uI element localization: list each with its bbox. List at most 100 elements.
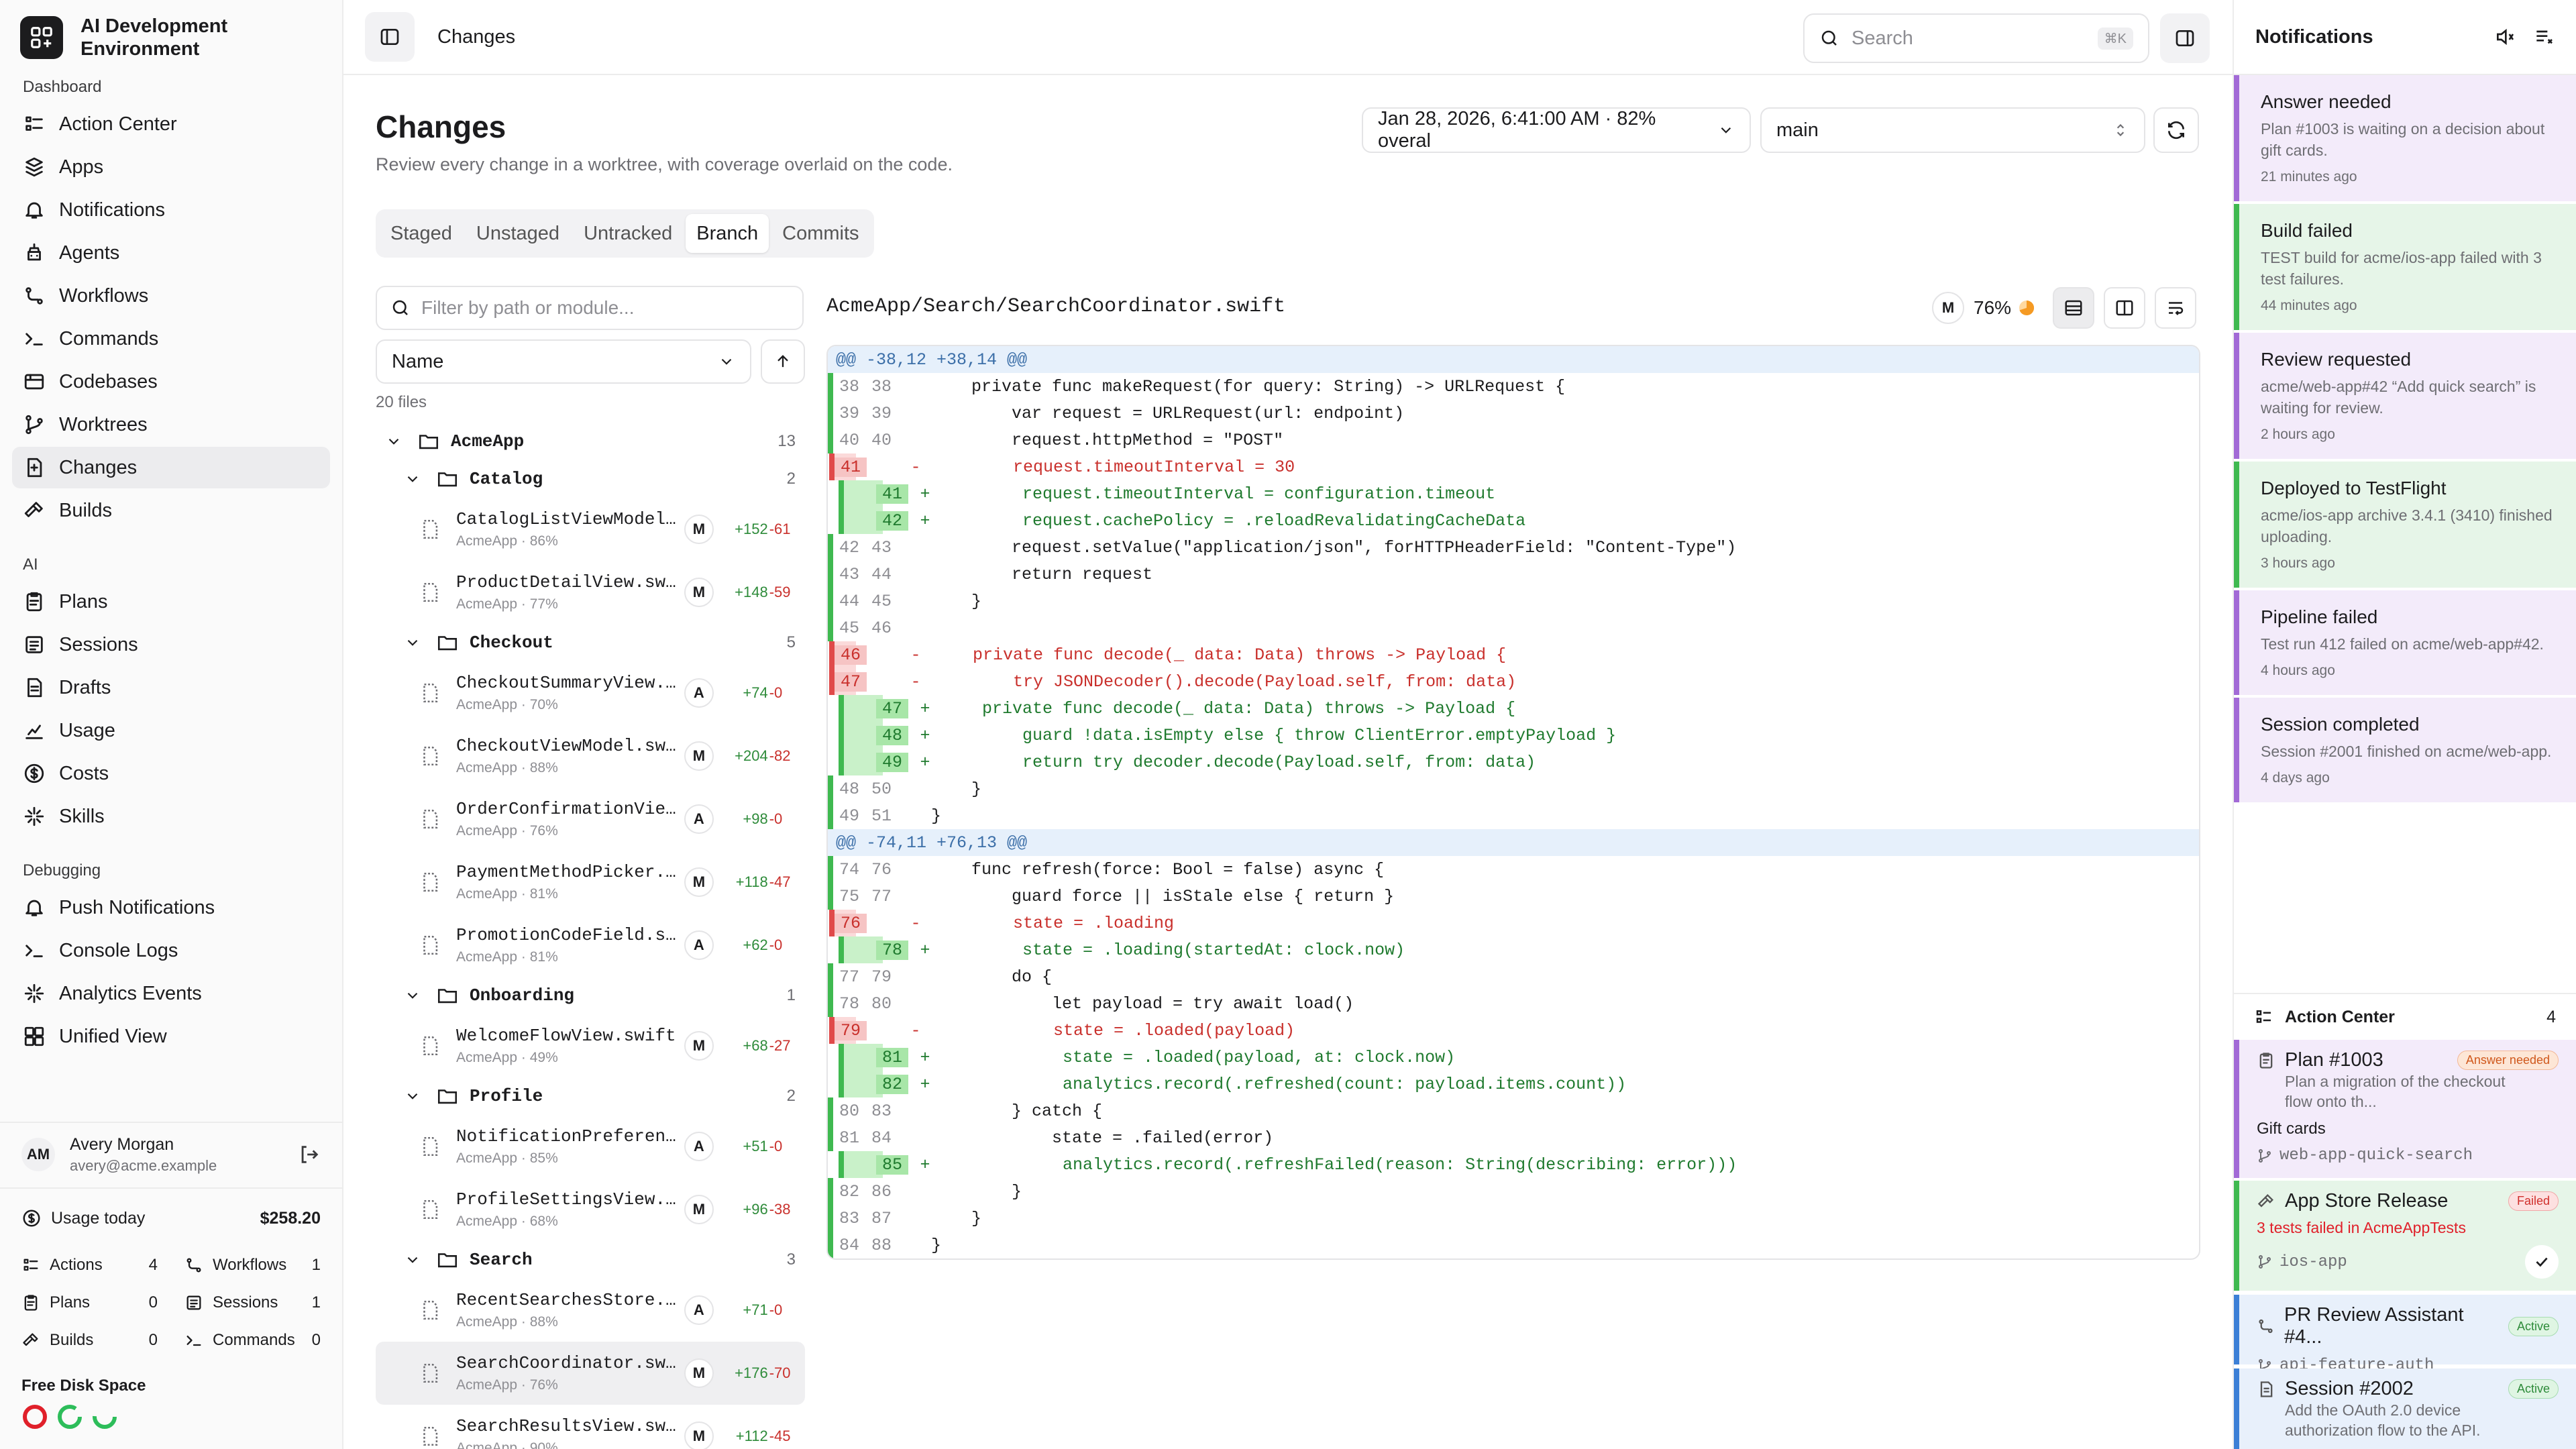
sidebar-item-sessions[interactable]: Sessions bbox=[12, 624, 330, 665]
chevron-down-icon[interactable] bbox=[385, 433, 402, 450]
sidebar-item-console-logs[interactable]: Console Logs bbox=[12, 930, 330, 971]
folder-row[interactable]: Catalog 2 bbox=[376, 460, 805, 498]
file-row[interactable]: ProductDetailView.swift AcmeApp · 77% M +14… bbox=[376, 561, 805, 624]
tab-untracked[interactable]: Untracked bbox=[573, 214, 683, 253]
action-card-pr-review[interactable]: PR Review Assistant #4... Active api-fea… bbox=[2234, 1295, 2576, 1375]
usage-stat-label: Actions bbox=[50, 1256, 103, 1274]
tab-commits[interactable]: Commits bbox=[771, 214, 869, 253]
file-row[interactable]: WelcomeFlowView.swift AcmeApp · 49% M +68 -2… bbox=[376, 1014, 805, 1077]
sidebar-item-plans[interactable]: Plans bbox=[12, 581, 330, 623]
action-card-session[interactable]: Session #2002 Active Add the OAuth 2.0 d… bbox=[2234, 1368, 2576, 1449]
mute-icon[interactable] bbox=[2494, 26, 2516, 48]
file-row[interactable]: SearchCoordinator.swift AcmeApp · 76% M +17… bbox=[376, 1342, 805, 1405]
file-row[interactable]: NotificationPreferencesView.swift AcmeApp… bbox=[376, 1115, 805, 1178]
split-view-button[interactable] bbox=[2104, 287, 2146, 329]
file-status-badge: A bbox=[684, 804, 714, 834]
file-row[interactable]: CatalogListViewModel.swift AcmeApp · 86% M… bbox=[376, 498, 805, 561]
sidebar-item-analytics-events[interactable]: Analytics Events bbox=[12, 973, 330, 1014]
branch-icon bbox=[25, 415, 43, 435]
usage-stat: Actions 4 bbox=[21, 1246, 158, 1284]
sidebar-item-costs[interactable]: Costs bbox=[12, 753, 330, 794]
sidebar-item-drafts[interactable]: Drafts bbox=[12, 667, 330, 708]
chevron-down-icon[interactable] bbox=[404, 1251, 421, 1269]
sidebar-item-notifications[interactable]: Notifications bbox=[12, 189, 330, 231]
action-card-plan[interactable]: Plan #1003 Answer needed Plan a migratio… bbox=[2234, 1040, 2576, 1178]
file-row[interactable]: PromotionCodeField.swift AcmeApp · 81% A +6… bbox=[376, 914, 805, 977]
sidebar-item-apps[interactable]: Apps bbox=[12, 146, 330, 188]
file-tree: AcmeApp13Catalog2CatalogListViewModel.sw… bbox=[376, 423, 805, 1449]
tab-staged[interactable]: Staged bbox=[380, 214, 463, 253]
wrap-lines-button[interactable] bbox=[2155, 287, 2197, 329]
logout-icon[interactable] bbox=[298, 1143, 321, 1166]
sidebar-item-worktrees[interactable]: Worktrees bbox=[12, 404, 330, 445]
sidebar-item-push-notifications[interactable]: Push Notifications bbox=[12, 887, 330, 928]
diff-line: 77 79 do { bbox=[828, 963, 2199, 990]
chevron-down-icon[interactable] bbox=[404, 1087, 421, 1105]
file-filter-input[interactable]: Filter by path or module... bbox=[376, 286, 804, 330]
new-line-number: 82 bbox=[876, 1074, 908, 1094]
file-row[interactable]: ProfileSettingsView.swift AcmeApp · 68% M +… bbox=[376, 1178, 805, 1241]
sidebar-item-label: Apps bbox=[59, 156, 104, 178]
notification-card[interactable]: Build failed TEST build for acme/ios-app … bbox=[2234, 204, 2576, 330]
diff-sign: + bbox=[920, 1074, 930, 1094]
branch-select[interactable]: main bbox=[1760, 107, 2145, 153]
toggle-inspector-button[interactable] bbox=[2160, 13, 2210, 63]
sort-direction-button[interactable] bbox=[761, 339, 805, 384]
sidebar-item-builds[interactable]: Builds bbox=[12, 490, 330, 531]
notification-card[interactable]: Deployed to TestFlight acme/ios-app archi… bbox=[2234, 462, 2576, 588]
hunk-text: @@ -74,11 +76,13 @@ bbox=[836, 833, 1028, 853]
user-email: avery@acme.example bbox=[70, 1157, 217, 1174]
chevron-down-icon[interactable] bbox=[404, 634, 421, 651]
sidebar-item-label: Action Center bbox=[59, 113, 177, 135]
notification-card[interactable]: Answer needed Plan #1003 is waiting on a … bbox=[2234, 75, 2576, 201]
apps-icon bbox=[25, 157, 43, 177]
sidebar-item-agents[interactable]: Agents bbox=[12, 232, 330, 274]
file-row[interactable]: OrderConfirmationView.swift AcmeApp · 76%… bbox=[376, 788, 805, 851]
folder-row[interactable]: AcmeApp 13 bbox=[376, 423, 805, 460]
tab-unstaged[interactable]: Unstaged bbox=[466, 214, 570, 253]
folder-icon bbox=[437, 1089, 458, 1104]
code-text: request.cachePolicy = .reloadRevalidatin… bbox=[942, 511, 1526, 531]
sidebar-item-codebases[interactable]: Codebases bbox=[12, 361, 330, 402]
unified-view-button[interactable] bbox=[2053, 287, 2095, 329]
file-row[interactable]: SearchResultsView.swift AcmeApp · 90% M +11… bbox=[376, 1405, 805, 1449]
sidebar-item-usage[interactable]: Usage bbox=[12, 710, 330, 751]
diff-line: 84 88} bbox=[828, 1232, 2199, 1258]
diff-sign: - bbox=[910, 457, 921, 477]
additions-count: +96 bbox=[743, 1201, 768, 1218]
approve-button[interactable] bbox=[2525, 1245, 2559, 1279]
refresh-button[interactable] bbox=[2153, 107, 2199, 153]
action-card-subtitle: Plan a migration of the checkout flow on… bbox=[2285, 1073, 2506, 1110]
folder-row[interactable]: Onboarding 1 bbox=[376, 977, 805, 1014]
clear-all-icon[interactable] bbox=[2533, 26, 2555, 48]
sidebar-item-unified-view[interactable]: Unified View bbox=[12, 1016, 330, 1057]
sort-select[interactable]: Name bbox=[376, 339, 751, 384]
file-row[interactable]: PaymentMethodPicker.swift AcmeApp · 81% M +… bbox=[376, 851, 805, 914]
sidebar-item-changes[interactable]: Changes bbox=[12, 447, 330, 488]
sidebar-item-skills[interactable]: Skills bbox=[12, 796, 330, 837]
notification-card[interactable]: Review requested acme/web-app#42 “Add qui… bbox=[2234, 333, 2576, 459]
folder-row[interactable]: Checkout 5 bbox=[376, 624, 805, 661]
disk-space-label: Free Disk Space bbox=[21, 1377, 146, 1395]
folder-row[interactable]: Profile 2 bbox=[376, 1077, 805, 1115]
notification-card[interactable]: Session completed Session #2001 finished … bbox=[2234, 698, 2576, 802]
tab-branch[interactable]: Branch bbox=[686, 214, 769, 253]
file-row[interactable]: RecentSearchesStore.swift AcmeApp · 88% A +… bbox=[376, 1279, 805, 1342]
global-search-input[interactable]: Search ⌘K bbox=[1803, 13, 2149, 63]
snapshot-select[interactable]: Jan 28, 2026, 6:41:00 AM · 82% overal bbox=[1362, 107, 1751, 153]
action-card-release[interactable]: App Store Release Failed 3 tests failed … bbox=[2234, 1181, 2576, 1291]
sidebar-item-workflows[interactable]: Workflows bbox=[12, 275, 330, 317]
workflows-icon bbox=[186, 1258, 201, 1273]
chevron-down-icon[interactable] bbox=[404, 987, 421, 1004]
file-row[interactable]: CheckoutSummaryView.swift AcmeApp · 70% A +… bbox=[376, 661, 805, 724]
notification-card[interactable]: Pipeline failed Test run 412 failed on ac… bbox=[2234, 590, 2576, 695]
file-meta: AcmeApp · 76% bbox=[456, 1377, 558, 1393]
usage-stat-value: 4 bbox=[148, 1256, 158, 1274]
file-row[interactable]: CheckoutViewModel.swift AcmeApp · 88% M +20… bbox=[376, 724, 805, 788]
toggle-sidebar-button[interactable] bbox=[365, 12, 415, 62]
chevron-down-icon[interactable] bbox=[404, 470, 421, 488]
user-profile[interactable]: AM Avery Morgan avery@acme.example bbox=[0, 1122, 342, 1186]
sidebar-item-commands[interactable]: Commands bbox=[12, 318, 330, 360]
sidebar-item-action-center[interactable]: Action Center bbox=[12, 103, 330, 145]
folder-row[interactable]: Search 3 bbox=[376, 1241, 805, 1279]
